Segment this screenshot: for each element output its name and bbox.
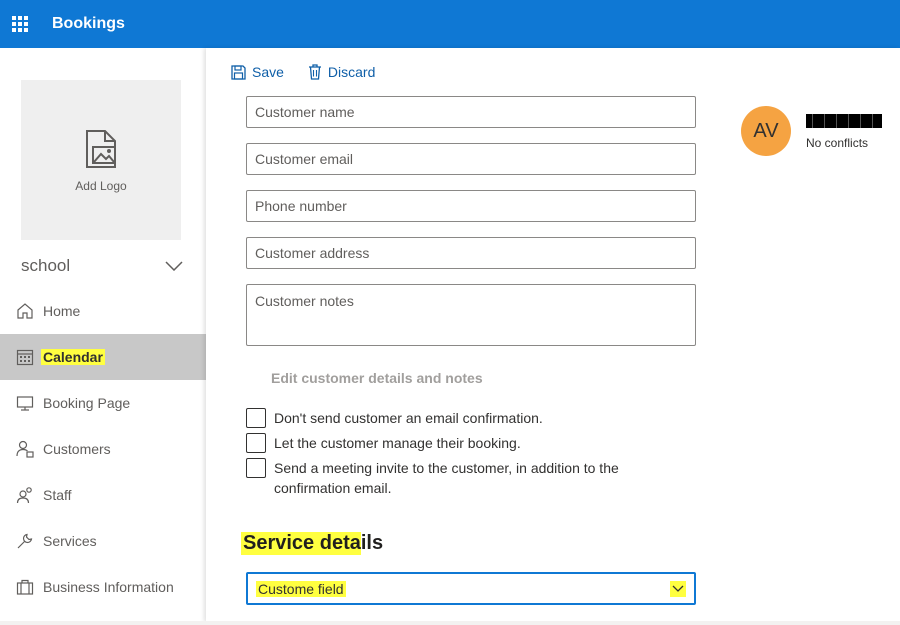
sidebar-item-business-information[interactable]: Business Information: [0, 564, 206, 610]
staff-name-redacted: [806, 114, 882, 128]
customer-address-input[interactable]: [246, 237, 696, 269]
monitor-icon: [15, 393, 35, 413]
home-icon: [15, 301, 35, 321]
sidebar-item-label: Booking Page: [43, 395, 131, 411]
save-button[interactable]: Save: [231, 64, 284, 80]
app-launcher-icon[interactable]: [12, 16, 28, 32]
command-bar: Save Discard: [206, 48, 900, 96]
customer-notes-textarea[interactable]: [246, 284, 696, 346]
briefcase-icon: [15, 577, 35, 597]
page-bottom-edge: [0, 621, 900, 625]
checkbox-row-no-email: Don't send customer an email confirmatio…: [246, 408, 654, 428]
save-icon: [231, 64, 246, 80]
phone-number-input[interactable]: [246, 190, 696, 222]
dropdown-value: Custome field: [256, 580, 346, 597]
customer-name-input[interactable]: [246, 96, 696, 128]
booking-panel: Save Discard Edit customer details and n…: [206, 48, 900, 622]
customer-email-input[interactable]: [246, 143, 696, 175]
sidebar-item-label: Services: [43, 533, 97, 549]
staff-assignee[interactable]: AV No conflicts: [741, 106, 882, 156]
sidebar-item-label: Customers: [43, 441, 111, 457]
staff-status: No conflicts: [806, 136, 869, 150]
no-email-confirmation-checkbox[interactable]: [246, 408, 266, 428]
sidebar-item-home[interactable]: Home: [0, 288, 206, 334]
discard-button[interactable]: Discard: [308, 64, 375, 80]
staff-info: No conflicts: [806, 114, 882, 150]
app-title[interactable]: Bookings: [52, 15, 125, 33]
sidebar-item-label: Calendar: [41, 349, 105, 365]
chevron-down-icon: [670, 580, 686, 597]
staff-icon: [15, 485, 35, 505]
checkbox-row-meeting-invite: Send a meeting invite to the customer, i…: [246, 458, 654, 498]
sidebar-item-customers[interactable]: Customers: [0, 426, 206, 472]
edit-customer-details-link[interactable]: Edit customer details and notes: [271, 370, 483, 386]
discard-label: Discard: [327, 64, 376, 80]
avatar: AV: [741, 106, 791, 156]
add-logo-button[interactable]: Add Logo: [21, 80, 181, 240]
business-name: school: [21, 256, 71, 275]
sidebar-item-staff[interactable]: Staff: [0, 472, 206, 518]
sidebar-item-calendar[interactable]: Calendar: [0, 334, 206, 380]
sidebar-item-label: Business Information: [43, 579, 174, 595]
send-meeting-invite-checkbox[interactable]: [246, 458, 266, 478]
sidebar: Add Logo school Home Calendar Booking Pa…: [0, 48, 206, 625]
calendar-icon: [15, 347, 35, 367]
checkbox-label: Let the customer manage their booking.: [274, 435, 521, 451]
chevron-down-icon: [165, 261, 183, 271]
sidebar-item-label: Home: [43, 303, 81, 319]
checkbox-label: Don't send customer an email confirmatio…: [274, 410, 543, 426]
checkbox-label: Send a meeting invite to the customer, i…: [274, 460, 619, 496]
top-bar: Bookings: [0, 0, 900, 48]
business-selector[interactable]: school: [21, 254, 183, 278]
sidebar-item-label: Staff: [43, 487, 72, 503]
sidebar-nav: Home Calendar Booking Page Customers Sta…: [0, 288, 206, 610]
custom-field-dropdown[interactable]: Custome field: [246, 572, 696, 605]
trash-icon: [308, 64, 321, 80]
checkbox-row-manage-booking: Let the customer manage their booking.: [246, 433, 654, 453]
customer-manage-booking-checkbox[interactable]: [246, 433, 266, 453]
sidebar-item-booking-page[interactable]: Booking Page: [0, 380, 206, 426]
image-icon: [86, 130, 116, 168]
service-details-heading: Service details: [241, 532, 386, 555]
save-label: Save: [252, 64, 284, 80]
wrench-icon: [15, 531, 35, 551]
customers-icon: [15, 439, 35, 459]
add-logo-label: Add Logo: [75, 179, 127, 193]
sidebar-item-services[interactable]: Services: [0, 518, 206, 564]
